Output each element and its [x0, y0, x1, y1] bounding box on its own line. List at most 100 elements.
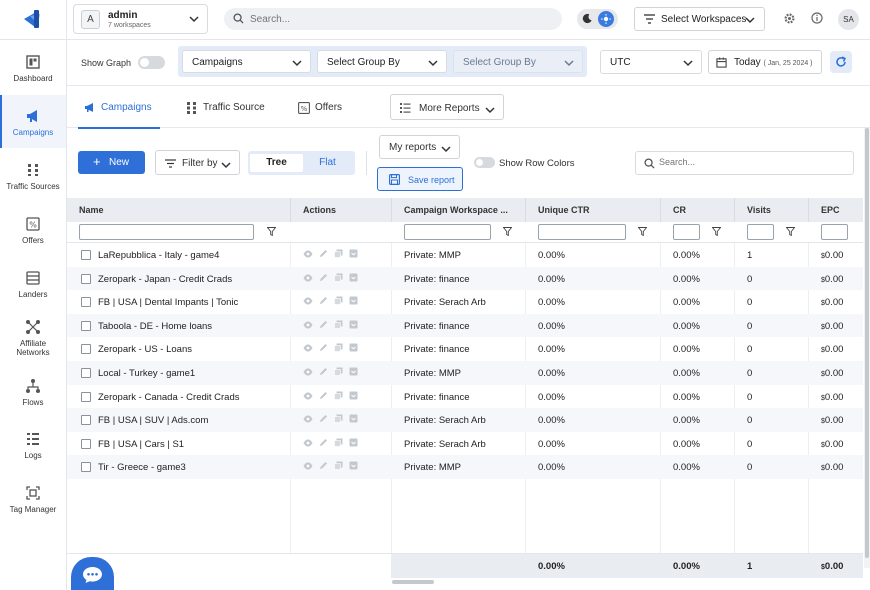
view-icon[interactable]	[303, 368, 313, 376]
funnel-icon[interactable]	[503, 227, 512, 236]
table-row[interactable]: FB | USA | SUV | Ads.com Private: Serach …	[67, 408, 863, 432]
search-input[interactable]	[250, 12, 540, 26]
sidebar-item-offers[interactable]: % Offers	[0, 216, 66, 248]
archive-icon[interactable]	[349, 343, 358, 352]
workspace-filter-input[interactable]	[404, 224, 491, 240]
edit-icon[interactable]	[319, 414, 328, 423]
theme-toggle[interactable]	[577, 9, 618, 29]
group-by-2-dropdown[interactable]: Select Group By	[317, 50, 447, 73]
view-icon[interactable]	[303, 297, 313, 305]
table-row[interactable]: Tir - Greece - game3 Private: MMP 0.00% 0.0…	[67, 455, 863, 479]
copy-icon[interactable]	[334, 296, 343, 305]
show-graph-toggle[interactable]	[138, 56, 165, 69]
copy-icon[interactable]	[334, 320, 343, 329]
table-row[interactable]: Zeropark - US - Loans Private: finance 0.0…	[67, 337, 863, 361]
tab-campaigns[interactable]: Campaigns	[78, 86, 160, 129]
table-row[interactable]: LaRepubblica - Italy - game4 Private: MMP…	[67, 243, 863, 267]
sidebar-item-affiliate-networks[interactable]: Affiliate Networks	[0, 319, 66, 359]
tab-offers[interactable]: % Offers	[298, 86, 348, 128]
campaign-name[interactable]: FB | USA | Dental Impants | Tonic	[98, 297, 238, 308]
table-row[interactable]: Taboola - DE - Home loans Private: financ…	[67, 313, 863, 338]
vertical-scrollbar[interactable]	[864, 128, 870, 568]
table-row[interactable]: Local - Turkey - game1 Private: MMP 0.00% 0…	[67, 361, 863, 385]
tree-view-button[interactable]: Tree	[250, 154, 303, 172]
view-icon[interactable]	[303, 392, 313, 400]
copy-icon[interactable]	[334, 414, 343, 423]
more-reports-dropdown[interactable]: More Reports	[390, 94, 504, 120]
epc-filter-input[interactable]	[821, 224, 848, 240]
archive-icon[interactable]	[349, 249, 358, 258]
sidebar-item-landers[interactable]: Landers	[0, 270, 66, 302]
user-avatar[interactable]: SA	[838, 9, 859, 30]
archive-icon[interactable]	[349, 273, 358, 282]
copy-icon[interactable]	[334, 249, 343, 258]
copy-icon[interactable]	[334, 438, 343, 447]
copy-icon[interactable]	[334, 461, 343, 471]
edit-icon[interactable]	[319, 391, 328, 400]
group-by-3-dropdown[interactable]: Select Group By	[453, 50, 583, 73]
archive-icon[interactable]	[349, 414, 358, 423]
column-header-name[interactable]: Name	[79, 205, 104, 215]
view-icon[interactable]	[303, 250, 313, 258]
archive-icon[interactable]	[349, 367, 358, 376]
campaign-name[interactable]: FB | USA | SUV | Ads.com	[98, 415, 208, 426]
row-checkbox[interactable]	[81, 438, 91, 449]
campaign-name[interactable]: Local - Turkey - game1	[98, 368, 195, 379]
filter-by-dropdown[interactable]: Filter by	[155, 150, 240, 175]
cr-filter-input[interactable]	[673, 224, 700, 240]
table-search-input[interactable]	[659, 157, 839, 167]
name-filter-input[interactable]	[79, 224, 254, 240]
sidebar-item-dashboard[interactable]: Dashboard	[0, 54, 66, 86]
row-checkbox[interactable]	[81, 462, 91, 473]
campaign-name[interactable]: Zeropark - Canada - Credit Crads	[98, 392, 240, 403]
sidebar-item-tag-manager[interactable]: Tag Manager	[0, 485, 66, 517]
global-search[interactable]	[224, 8, 562, 30]
sidebar-item-logs[interactable]: Logs	[0, 431, 66, 463]
flat-view-button[interactable]: Flat	[301, 154, 354, 172]
unique-ctr-filter-input[interactable]	[538, 224, 626, 240]
row-checkbox[interactable]	[81, 297, 91, 308]
campaign-name[interactable]: Taboola - DE - Home loans	[98, 321, 212, 332]
edit-icon[interactable]	[319, 320, 328, 329]
view-icon[interactable]	[303, 321, 313, 329]
gear-icon[interactable]	[783, 12, 796, 25]
timezone-dropdown[interactable]: UTC	[600, 50, 702, 74]
my-reports-dropdown[interactable]: My reports	[379, 135, 460, 159]
show-row-colors-toggle[interactable]	[474, 157, 495, 168]
edit-icon[interactable]	[319, 343, 328, 352]
funnel-icon[interactable]	[267, 227, 276, 236]
campaign-name[interactable]: Zeropark - US - Loans	[98, 344, 192, 355]
table-search[interactable]	[635, 151, 854, 175]
refresh-button[interactable]	[830, 51, 852, 73]
row-checkbox[interactable]	[81, 250, 91, 260]
edit-icon[interactable]	[319, 367, 328, 376]
edit-icon[interactable]	[319, 296, 328, 305]
sidebar-item-traffic-sources[interactable]: Traffic Sources	[0, 162, 66, 194]
funnel-icon[interactable]	[786, 227, 795, 236]
scrollbar-thumb[interactable]	[865, 128, 869, 558]
column-header-workspace[interactable]: Campaign Workspace ...	[404, 205, 508, 215]
copy-icon[interactable]	[334, 273, 343, 282]
archive-icon[interactable]	[349, 461, 358, 470]
copy-icon[interactable]	[334, 367, 343, 376]
edit-icon[interactable]	[319, 438, 328, 447]
edit-icon[interactable]	[319, 461, 328, 470]
campaign-name[interactable]: FB | USA | Cars | S1	[98, 439, 184, 450]
app-logo-icon[interactable]	[20, 7, 44, 31]
row-checkbox[interactable]	[81, 391, 91, 402]
date-range-picker[interactable]: Today ( Jan, 25 2024 )	[708, 50, 822, 74]
view-icon[interactable]	[303, 274, 313, 282]
tab-traffic-source[interactable]: Traffic Source	[186, 86, 266, 128]
column-header-cr[interactable]: CR	[673, 205, 686, 215]
row-checkbox[interactable]	[81, 415, 91, 426]
copy-icon[interactable]	[334, 391, 343, 400]
edit-icon[interactable]	[319, 249, 328, 258]
table-row[interactable]: FB | USA | Cars | S1 Private: Serach Arb 0…	[67, 432, 863, 456]
select-workspaces-dropdown[interactable]: Select Workspaces	[634, 7, 765, 31]
table-row[interactable]: Zeropark - Canada - Credit Crads Private:…	[67, 385, 863, 409]
view-icon[interactable]	[303, 439, 313, 447]
row-checkbox[interactable]	[81, 320, 91, 331]
column-header-unique-ctr[interactable]: Unique CTR	[538, 205, 590, 215]
save-report-button[interactable]: Save report	[377, 167, 463, 191]
group-by-1-dropdown[interactable]: Campaigns	[182, 50, 311, 73]
